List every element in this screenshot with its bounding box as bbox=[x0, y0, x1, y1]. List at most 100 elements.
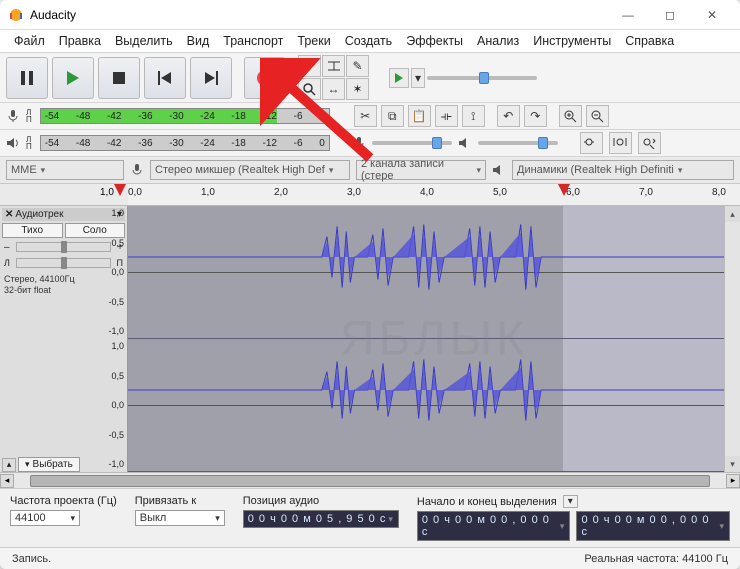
waveform-ch1 bbox=[128, 206, 740, 308]
timeshift-tool[interactable]: ↔ bbox=[322, 78, 345, 100]
zoom-toggle-icon bbox=[642, 137, 656, 149]
snap-to-combo[interactable]: Выкл▾ bbox=[135, 510, 225, 526]
play-small-icon bbox=[394, 73, 404, 83]
envelope-tool[interactable] bbox=[322, 55, 345, 77]
selection-toolbar: Частота проекта (Гц) 44100▾ Привязать к … bbox=[0, 488, 740, 547]
selection-tool[interactable]: I bbox=[298, 55, 321, 77]
stop-icon bbox=[113, 72, 125, 84]
play-button[interactable] bbox=[52, 57, 94, 99]
collapse-button[interactable]: ▴ bbox=[2, 458, 16, 472]
meters-toolbar: ЛП -54-48-42-36-30-24-18-12-60 ✂ ⧉ 📋 ⟛ ⟟… bbox=[0, 103, 740, 130]
selection-start-field[interactable]: 0 0 ч 0 0 м 0 0 , 0 0 0 с▾ bbox=[417, 511, 571, 541]
zoom-out-icon bbox=[591, 110, 604, 123]
record-icon bbox=[256, 69, 274, 87]
app-icon bbox=[8, 7, 24, 23]
selection-label: Начало и конец выделения bbox=[417, 496, 557, 508]
draw-tool[interactable]: ✎ bbox=[346, 55, 369, 77]
menu-transport[interactable]: Транспорт bbox=[217, 32, 289, 50]
status-text-right: Реальная частота: 44100 Гц bbox=[584, 553, 728, 565]
track-name[interactable]: Аудиотрек bbox=[15, 209, 63, 220]
playback-device-combo[interactable]: Динамики (Realtek High Definiti▾ bbox=[512, 160, 734, 180]
skip-end-icon bbox=[204, 71, 218, 85]
menu-effect[interactable]: Эффекты bbox=[400, 32, 469, 50]
horizontal-scrollbar[interactable]: ◂ ▸ bbox=[0, 472, 740, 488]
recording-device-combo[interactable]: Стерео микшер (Realtek High Def▾ bbox=[150, 160, 350, 180]
waveform-ch2 bbox=[128, 339, 740, 441]
undo-button[interactable]: ↶ bbox=[497, 105, 520, 127]
zoom-in-button[interactable] bbox=[559, 105, 582, 127]
menu-generate[interactable]: Создать bbox=[339, 32, 399, 50]
playback-meter[interactable]: -54-48-42-36-30-24-18-12-60 bbox=[40, 135, 330, 151]
paste-button[interactable]: 📋 bbox=[408, 105, 431, 127]
cut-button[interactable]: ✂ bbox=[354, 105, 377, 127]
zoom-toggle-button[interactable] bbox=[638, 132, 661, 154]
pan-slider[interactable] bbox=[16, 258, 111, 268]
audio-host-combo[interactable]: MME▾ bbox=[6, 160, 124, 180]
statusbar: Запись. Реальная частота: 44100 Гц bbox=[0, 547, 740, 569]
speaker-small-icon bbox=[458, 136, 472, 150]
skip-start-button[interactable] bbox=[144, 57, 186, 99]
vertical-scrollbar[interactable]: ▴ ▾ bbox=[724, 206, 740, 472]
skip-start-icon bbox=[158, 71, 172, 85]
audio-position-label: Позиция аудио bbox=[243, 495, 399, 507]
zoom-icon bbox=[303, 83, 316, 96]
tracks-area: ✕ Аудиотрек ▾ Тихо Соло ‒+ ЛП Стерео, 44… bbox=[0, 206, 740, 472]
menu-file[interactable]: Файл bbox=[8, 32, 51, 50]
speaker-device-icon bbox=[492, 163, 506, 177]
audio-position-field[interactable]: 0 0 ч 0 0 м 0 5 , 9 5 0 с▾ bbox=[243, 510, 399, 528]
track-select-button[interactable]: Выбрать bbox=[18, 457, 80, 472]
app-title: Audacity bbox=[30, 8, 608, 22]
mic-icon bbox=[6, 109, 20, 123]
zoom-in-icon bbox=[564, 110, 577, 123]
envelope-icon bbox=[327, 60, 341, 72]
zoom-tool[interactable] bbox=[298, 78, 321, 100]
timeline[interactable]: 1,0 0,0 1,0 2,0 3,0 4,0 5,0 6,0 7,0 8,0 bbox=[0, 184, 740, 206]
menu-analyze[interactable]: Анализ bbox=[471, 32, 525, 50]
menu-tracks[interactable]: Треки bbox=[291, 32, 336, 50]
status-text-left: Запись. bbox=[12, 553, 51, 565]
menubar: Файл Правка Выделить Вид Транспорт Треки… bbox=[0, 30, 740, 52]
skip-end-button[interactable] bbox=[190, 57, 232, 99]
play-icon bbox=[65, 70, 81, 86]
playback-volume-slider[interactable] bbox=[478, 141, 558, 145]
zoom-out-button[interactable] bbox=[586, 105, 609, 127]
fit-project-button[interactable] bbox=[609, 132, 632, 154]
menu-tools[interactable]: Инструменты bbox=[527, 32, 617, 50]
record-button[interactable] bbox=[244, 57, 286, 99]
menu-view[interactable]: Вид bbox=[181, 32, 216, 50]
menu-edit[interactable]: Правка bbox=[53, 32, 107, 50]
minimize-button[interactable]: — bbox=[608, 3, 648, 27]
recording-meter[interactable]: -54-48-42-36-30-24-18-12-60 bbox=[40, 108, 330, 124]
selection-mode-combo[interactable]: ▾ bbox=[563, 495, 578, 508]
silence-button[interactable]: ⟟ bbox=[462, 105, 485, 127]
y-axis-ch2: 1,00,50,0-0,5-1,0 bbox=[102, 339, 126, 471]
menu-help[interactable]: Справка bbox=[619, 32, 680, 50]
mic-device-icon bbox=[130, 163, 144, 177]
maximize-button[interactable]: ◻ bbox=[650, 3, 690, 27]
project-rate-combo[interactable]: 44100▾ bbox=[10, 510, 80, 526]
titlebar: Audacity — ◻ ✕ bbox=[0, 0, 740, 30]
playback-speed-slider[interactable] bbox=[427, 76, 537, 80]
fit-selection-button[interactable] bbox=[580, 132, 603, 154]
copy-button[interactable]: ⧉ bbox=[381, 105, 404, 127]
recording-volume-slider[interactable] bbox=[372, 141, 452, 145]
pause-icon bbox=[20, 71, 34, 85]
play-at-speed-menu[interactable]: ▾ bbox=[411, 68, 425, 88]
transport-toolbar: I ✎ ↔ ✶ ▾ bbox=[0, 52, 740, 103]
redo-button[interactable]: ↷ bbox=[524, 105, 547, 127]
track-close-button[interactable]: ✕ bbox=[5, 209, 13, 220]
stop-button[interactable] bbox=[98, 57, 140, 99]
gain-slider[interactable] bbox=[16, 242, 112, 252]
multi-tool[interactable]: ✶ bbox=[346, 78, 369, 100]
mic-small-icon bbox=[352, 136, 366, 150]
pause-button[interactable] bbox=[6, 57, 48, 99]
close-button[interactable]: ✕ bbox=[692, 3, 732, 27]
trim-button[interactable]: ⟛ bbox=[435, 105, 458, 127]
play-at-speed-button[interactable] bbox=[389, 68, 409, 88]
mute-button[interactable]: Тихо bbox=[2, 223, 63, 238]
timeline-marker-cursor[interactable] bbox=[558, 184, 570, 196]
menu-select[interactable]: Выделить bbox=[109, 32, 179, 50]
selection-end-field[interactable]: 0 0 ч 0 0 м 0 0 , 0 0 0 с▾ bbox=[576, 511, 730, 541]
recording-channels-combo[interactable]: 2 канала записи (стере▾ bbox=[356, 160, 486, 180]
waveform-area[interactable]: 1,00,50,0-0,5-1,0 1,00,50,0-0,5-1,0 bbox=[128, 206, 740, 472]
